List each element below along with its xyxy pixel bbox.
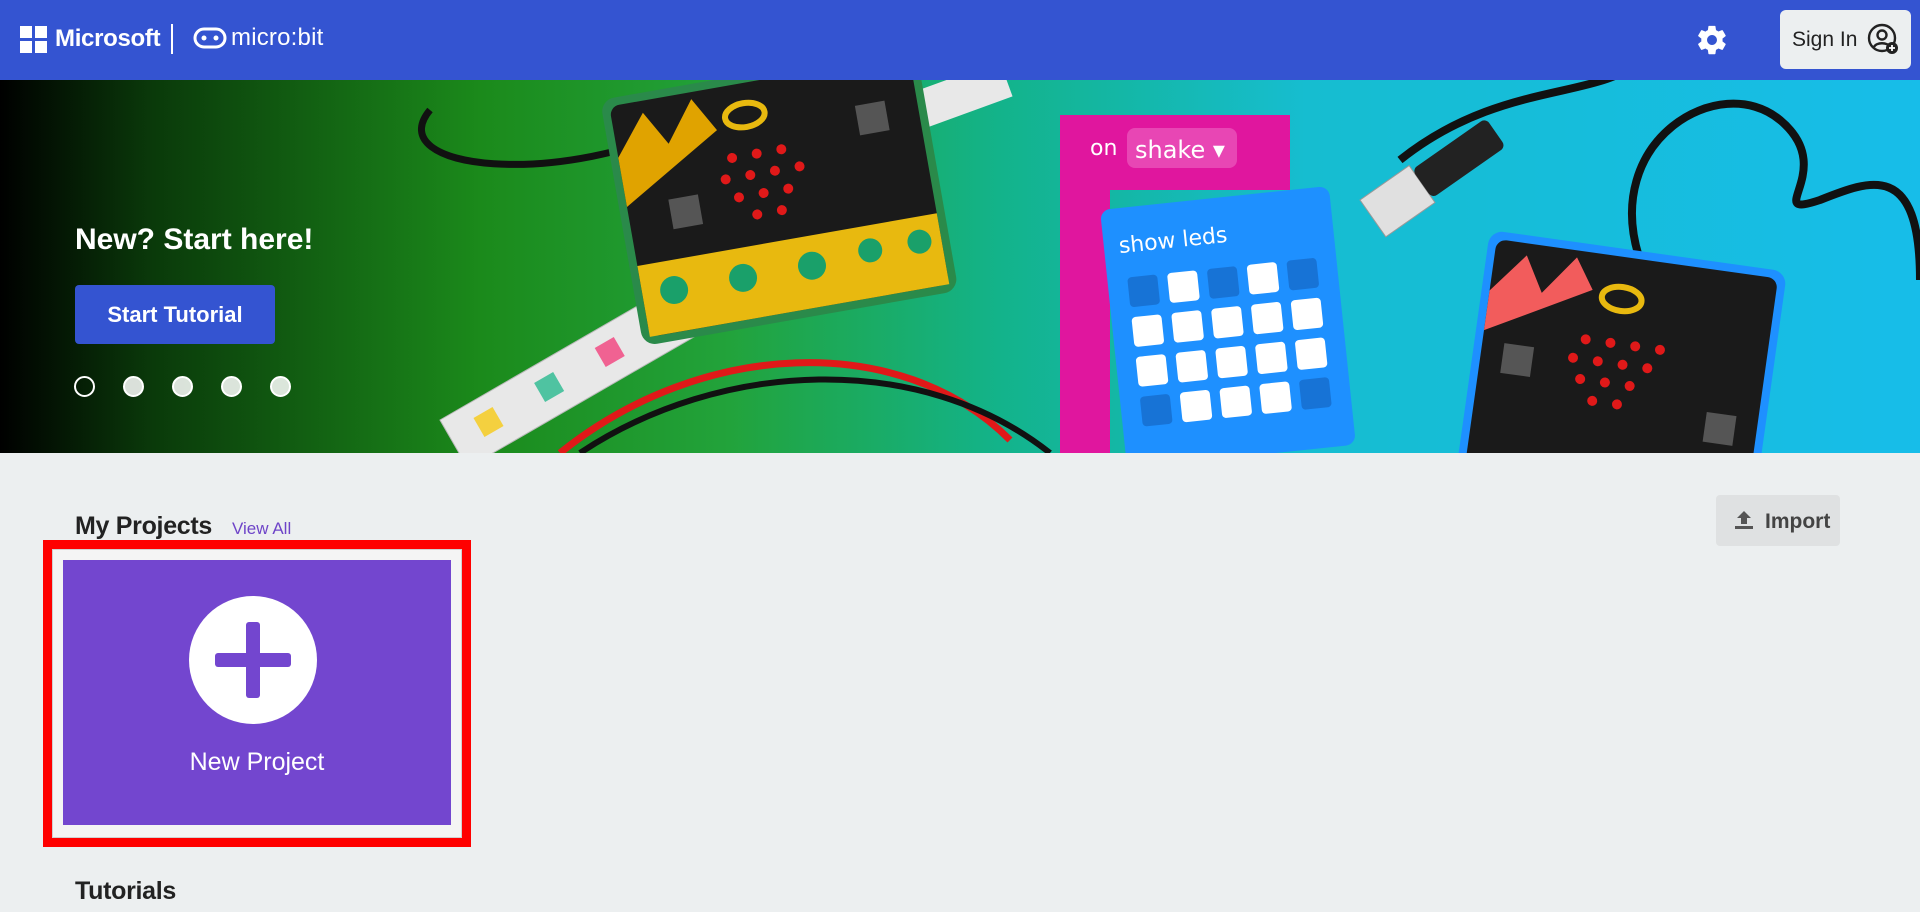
top-bar: Microsoft micro:bit Sign In — [0, 0, 1920, 80]
svg-text:on: on — [1090, 136, 1117, 161]
import-button[interactable]: Import — [1716, 495, 1840, 546]
microbit-logo[interactable]: micro:bit — [193, 24, 323, 52]
gear-icon[interactable] — [1695, 23, 1729, 57]
microsoft-logo[interactable]: Microsoft — [20, 25, 161, 53]
new-project-card[interactable]: New Project — [63, 560, 451, 825]
carousel-dot-5[interactable] — [270, 376, 291, 397]
user-plus-icon — [1867, 23, 1898, 54]
microsoft-label: Microsoft — [55, 25, 161, 52]
carousel-dot-4[interactable] — [221, 376, 242, 397]
microbit-icon — [193, 27, 227, 49]
hero-title: New? Start here! — [75, 223, 314, 256]
plus-icon — [215, 622, 291, 698]
upload-icon — [1735, 511, 1753, 529]
my-projects-title: My Projects — [75, 512, 213, 540]
view-all-link[interactable]: View All — [232, 519, 291, 539]
start-tutorial-button[interactable]: Start Tutorial — [75, 285, 275, 344]
microbit-label: micro:bit — [231, 24, 324, 51]
plus-circle — [189, 596, 317, 724]
import-label: Import — [1765, 510, 1831, 533]
carousel-dot-1[interactable] — [74, 376, 95, 397]
sign-in-label: Sign In — [1792, 27, 1858, 51]
tutorials-title: Tutorials — [75, 877, 177, 905]
sign-in-button[interactable]: Sign In — [1780, 10, 1911, 69]
new-project-label: New Project — [189, 748, 325, 776]
svg-text:shake ▾: shake ▾ — [1135, 136, 1225, 164]
carousel-dot-3[interactable] — [172, 376, 193, 397]
carousel-dot-2[interactable] — [123, 376, 144, 397]
header-divider — [171, 24, 173, 54]
hero-illustration: on shake ▾ show leds — [418, 80, 1920, 453]
hero-banner: on shake ▾ show leds New? Start here! St… — [0, 80, 1920, 453]
carousel-dots — [74, 376, 291, 397]
microsoft-windows-icon — [20, 25, 47, 53]
